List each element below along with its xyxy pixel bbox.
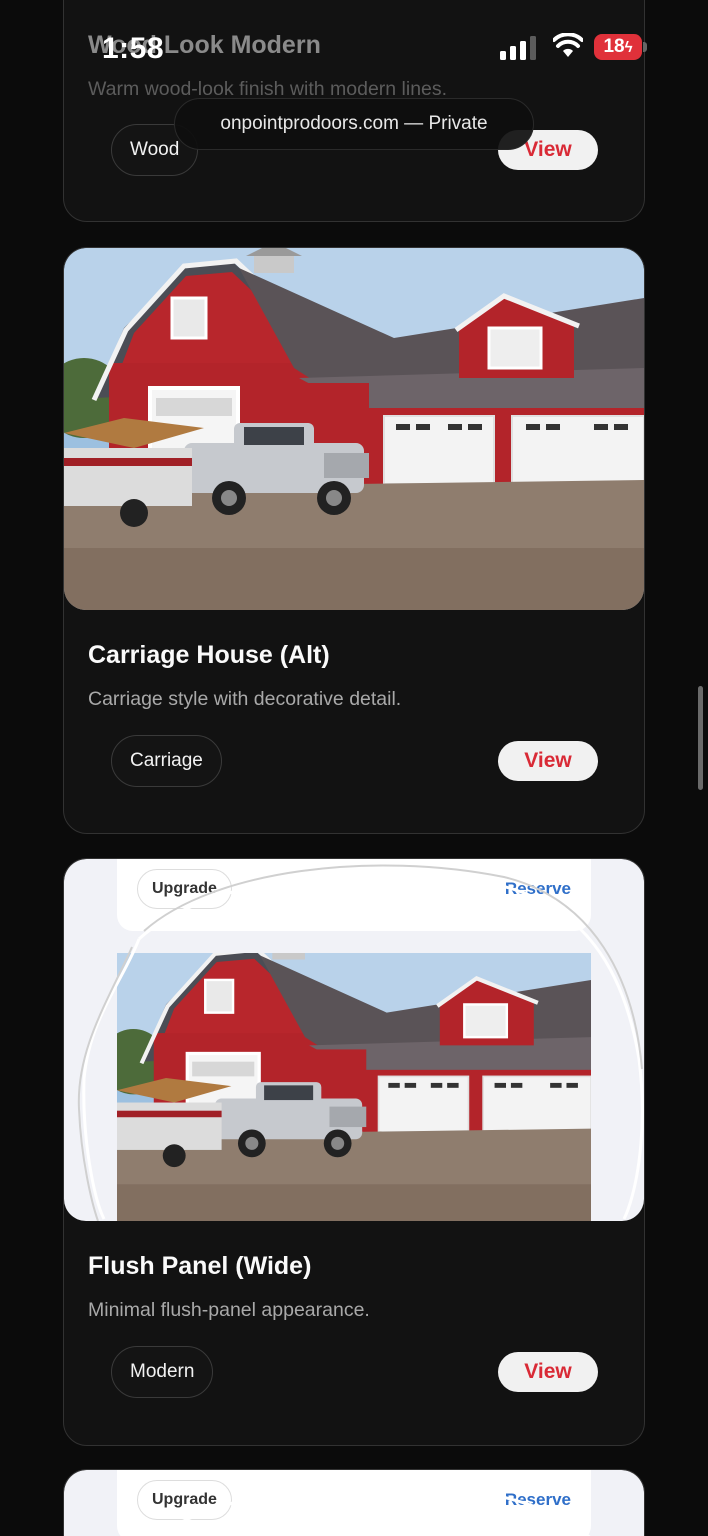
scribble-outline [154,1483,591,1536]
tag-label: Wood [130,139,180,160]
card-title: Flush Panel (Wide) [88,1252,312,1280]
battery-nub [643,42,647,52]
battery-indicator: 18 ϟ [594,34,642,60]
wifi-icon [553,33,583,57]
scrollbar[interactable] [698,686,703,790]
product-image[interactable]: Upgrade Reserve [64,859,644,1221]
scribble-outline [77,864,644,1221]
card-description: Minimal flush-panel appearance. [88,1299,370,1321]
view-button-label: View [524,1360,572,1383]
view-button[interactable]: View [498,741,598,781]
tag-label: Modern [130,1361,195,1382]
tag-chip[interactable]: Modern [111,1346,214,1398]
tag-label: Carriage [130,750,203,771]
product-card: Upgrade Reserve [63,1469,645,1536]
barn-photo [64,248,644,610]
product-card: Upgrade Reserve Flush Panel (Wide) Minim… [63,858,645,1446]
battery-level: 18 [603,36,625,57]
product-image[interactable]: Upgrade Reserve [64,1470,644,1536]
url-bar[interactable]: onpointprodoors.com — Private [174,98,534,150]
product-image[interactable] [64,248,644,610]
screen: 1:58 18 ϟ onpointprodoors.com — Private W… [0,0,708,1536]
status-time: 1:58 [102,32,165,65]
card-description: Carriage style with decorative detail. [88,688,402,710]
url-text: onpointprodoors.com — Private [220,113,488,134]
cellular-signal-icon [500,36,536,60]
status-bar: 1:58 18 ϟ [0,0,708,96]
tag-chip[interactable]: Carriage [111,735,222,787]
view-button[interactable]: View [498,1352,598,1392]
charging-bolt-icon: ϟ [624,38,633,56]
view-button-label: View [524,138,572,161]
product-card: Carriage House (Alt) Carriage style with… [63,247,645,834]
card-title: Carriage House (Alt) [88,641,330,669]
view-button-label: View [524,749,572,772]
